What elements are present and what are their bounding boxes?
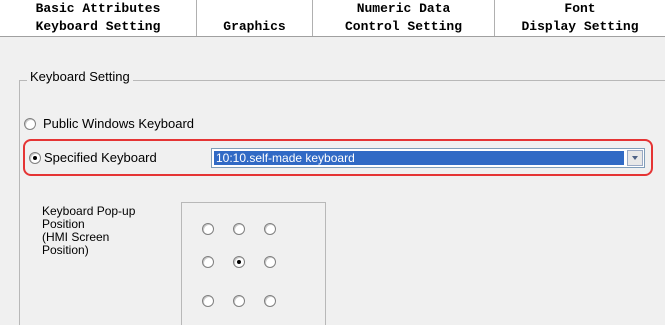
tab-row-back: Basic Attributes Numeric Data Font [0,0,665,18]
position-top-left-radio[interactable] [202,223,214,235]
tab-graphics[interactable]: Graphics [197,18,313,36]
public-keyboard-label[interactable]: Public Windows Keyboard [43,116,194,131]
position-top-right-radio[interactable] [264,223,276,235]
position-middle-right-radio[interactable] [264,256,276,268]
keyboard-select[interactable]: 10:10.self-made keyboard [211,148,645,168]
tab-control-setting[interactable]: Control Setting [313,18,495,36]
position-bottom-left-radio[interactable] [202,295,214,307]
tab-keyboard-setting[interactable]: Keyboard Setting [0,18,197,36]
tab-font[interactable]: Font [495,0,665,18]
tab-blank[interactable] [197,0,313,18]
position-middle-center-radio[interactable] [233,256,245,268]
position-middle-left-radio[interactable] [202,256,214,268]
position-top-center-radio[interactable] [233,223,245,235]
tab-row-front: Keyboard Setting Graphics Control Settin… [0,18,665,37]
tab-basic-attributes[interactable]: Basic Attributes [0,0,197,18]
dropdown-arrow-icon[interactable] [627,150,643,166]
specified-keyboard-label[interactable]: Specified Keyboard [44,150,157,165]
popup-position-label-line: Position) [42,243,89,257]
position-bottom-right-radio[interactable] [264,295,276,307]
public-keyboard-radio[interactable] [24,118,36,130]
specified-keyboard-radio[interactable] [29,152,41,164]
keyboard-select-value: 10:10.self-made keyboard [214,151,624,165]
group-title: Keyboard Setting [27,69,133,84]
popup-position-label: Keyboard Pop-up Position (HMI Screen Pos… [42,205,152,257]
keyboard-settings-dialog: Basic Attributes Numeric Data Font Keybo… [0,0,665,325]
tab-numeric-data[interactable]: Numeric Data [313,0,495,18]
tab-display-setting[interactable]: Display Setting [495,18,665,36]
position-bottom-center-radio[interactable] [233,295,245,307]
